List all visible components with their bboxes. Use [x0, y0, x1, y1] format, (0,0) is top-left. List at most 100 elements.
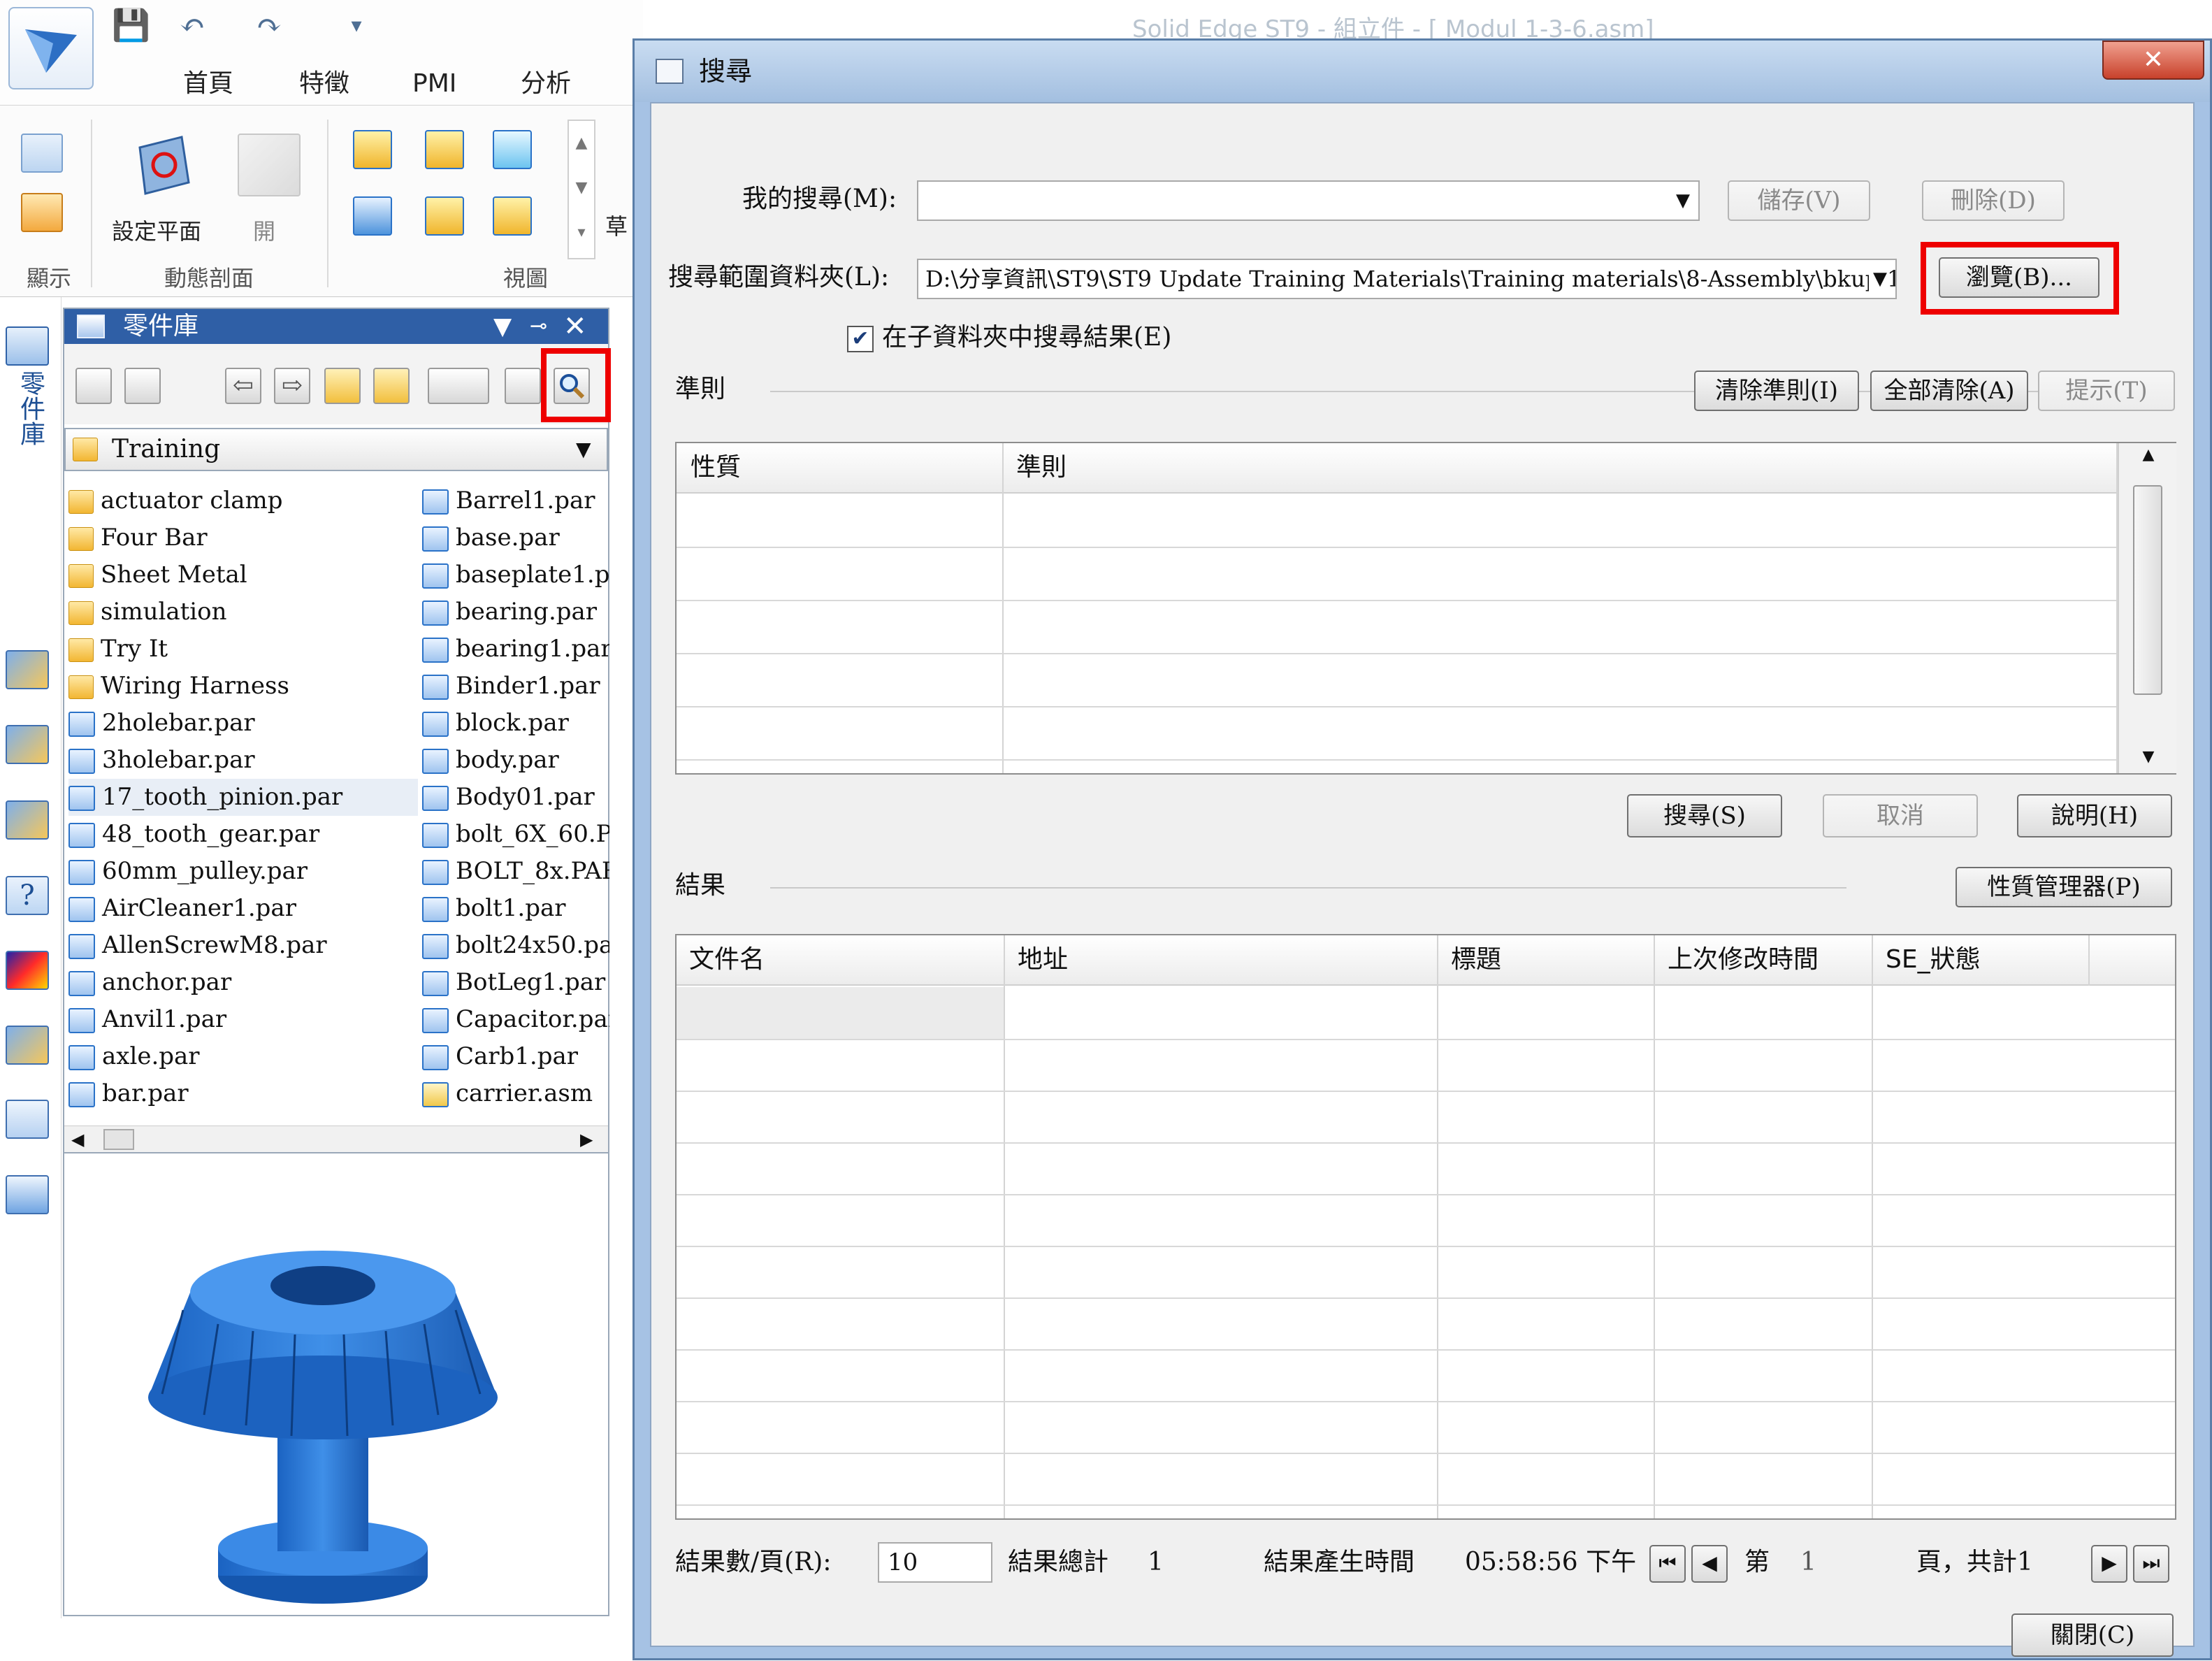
last-page-icon[interactable]: ⏭: [2133, 1545, 2169, 1583]
scroll-left-icon[interactable]: ◀: [71, 1126, 84, 1153]
view-left-icon[interactable]: [353, 196, 392, 236]
cancel-button[interactable]: 取消: [1823, 794, 1978, 837]
view-bottom-icon[interactable]: [425, 196, 464, 236]
folder-dropdown[interactable]: Training ▼: [64, 428, 608, 471]
delete-search-button[interactable]: 刪除(D): [1922, 180, 2065, 221]
file-list-item[interactable]: block.par: [422, 705, 609, 742]
scrollbar-thumb[interactable]: [2133, 485, 2162, 695]
family-of-parts-icon[interactable]: [6, 1026, 49, 1065]
file-list-item[interactable]: actuator clamp: [68, 482, 418, 519]
new-folder-icon[interactable]: [373, 368, 410, 404]
back-arrow-icon[interactable]: ⇦: [225, 368, 261, 404]
file-list-item[interactable]: bearing1.par: [422, 631, 609, 668]
scroll-right-icon[interactable]: ▶: [580, 1126, 593, 1153]
customize-qat-icon[interactable]: ▾: [342, 8, 370, 43]
home-folder-icon[interactable]: [124, 368, 161, 404]
help-icon[interactable]: ?: [6, 876, 49, 915]
column-header-filename[interactable]: 文件名: [689, 935, 765, 984]
file-list-item[interactable]: simulation: [68, 594, 418, 631]
file-list-item[interactable]: carrier.asm: [422, 1075, 609, 1112]
close-button[interactable]: 關閉(C): [2011, 1613, 2174, 1657]
settings-gear-icon[interactable]: [6, 1175, 49, 1214]
file-list-item[interactable]: anchor.par: [68, 964, 418, 1001]
file-list-item[interactable]: 2holebar.par: [68, 705, 418, 742]
column-header-modified[interactable]: 上次修改時間: [1668, 935, 1819, 984]
assembly-tree-icon[interactable]: [6, 650, 49, 689]
tools-icon[interactable]: [505, 368, 541, 404]
file-list-item[interactable]: Try It: [68, 631, 418, 668]
file-list-item[interactable]: 60mm_pulley.par: [68, 853, 418, 890]
column-header-se-status[interactable]: SE_狀態: [1886, 935, 1981, 984]
ribbon-tab-pmi[interactable]: PMI: [412, 67, 456, 101]
open-section-icon[interactable]: [238, 134, 301, 196]
clear-all-button[interactable]: 全部清除(A): [1870, 371, 2028, 411]
forward-arrow-icon[interactable]: ⇨: [274, 368, 310, 404]
file-list-item[interactable]: bolt24x50.par: [422, 927, 609, 964]
scrollbar-thumb[interactable]: [103, 1129, 134, 1150]
file-list-item[interactable]: 3holebar.par: [68, 742, 418, 779]
file-list-item[interactable]: Sheet Metal: [68, 556, 418, 594]
file-list-item[interactable]: Carb1.par: [422, 1038, 609, 1075]
scope-folder-combo[interactable]: D:\分享資訊\ST9\ST9 Update Training Material…: [917, 259, 1897, 299]
file-list-item[interactable]: AllenScrewM8.par: [68, 927, 418, 964]
app-menu-button[interactable]: [8, 7, 94, 89]
file-list-item[interactable]: axle.par: [68, 1038, 418, 1075]
subfolder-checkbox[interactable]: ✔: [847, 326, 874, 352]
sketch-label[interactable]: 草: [605, 209, 628, 241]
pin-icon[interactable]: ⊸: [530, 309, 547, 344]
view-back-icon[interactable]: [493, 196, 532, 236]
file-list-item[interactable]: Four Bar: [68, 519, 418, 556]
my-search-combo[interactable]: ▼: [917, 180, 1700, 221]
view-palette-icon[interactable]: [21, 193, 63, 232]
set-plane-label[interactable]: 設定平面: [112, 214, 201, 246]
hint-button[interactable]: 提示(T): [2038, 371, 2175, 411]
column-header-title[interactable]: 標題: [1451, 935, 1501, 984]
file-list-item[interactable]: base.par: [422, 519, 609, 556]
horizontal-scrollbar[interactable]: ◀ ▶: [64, 1126, 608, 1153]
file-list-item[interactable]: baseplate1.par: [422, 556, 609, 594]
undo-icon[interactable]: ↶: [168, 8, 217, 43]
next-page-icon[interactable]: ▶: [2091, 1545, 2127, 1583]
parts-library-tab-icon[interactable]: [6, 326, 49, 366]
view-front-icon[interactable]: [425, 130, 464, 169]
property-manager-button[interactable]: 性質管理器(P): [1956, 867, 2172, 907]
view-gallery-scroller[interactable]: ▲ ▼ ▾: [568, 120, 595, 259]
file-list-item[interactable]: 48_tooth_gear.par: [68, 816, 418, 853]
redo-icon[interactable]: ↷: [245, 8, 294, 43]
column-header-address[interactable]: 地址: [1018, 935, 1068, 984]
ribbon-tab-features[interactable]: 特徵: [299, 67, 349, 101]
sensor-icon[interactable]: [6, 800, 49, 840]
display-icon[interactable]: [21, 134, 63, 173]
set-plane-icon[interactable]: [126, 127, 203, 203]
file-list-item[interactable]: Anvil1.par: [68, 1001, 418, 1038]
scroll-down-icon[interactable]: ▼: [2119, 748, 2178, 765]
file-list-item[interactable]: bearing.par: [422, 594, 609, 631]
library-view-icon[interactable]: [75, 368, 112, 404]
column-header-property[interactable]: 性質: [691, 443, 741, 492]
column-header-criteria[interactable]: 準則: [1016, 443, 1067, 492]
components-icon[interactable]: [6, 1100, 49, 1139]
file-list-item[interactable]: Body01.par: [422, 779, 609, 816]
criteria-vertical-scrollbar[interactable]: ▲ ▼: [2118, 443, 2176, 773]
ribbon-tab-analyze[interactable]: 分析: [521, 67, 571, 101]
save-search-button[interactable]: 儲存(V): [1728, 180, 1870, 221]
open-label[interactable]: 開: [253, 214, 275, 246]
dialog-close-icon[interactable]: ✕: [2102, 41, 2204, 80]
file-list-item[interactable]: AirCleaner1.par: [68, 890, 418, 927]
layers-icon[interactable]: [6, 725, 49, 764]
save-icon[interactable]: 💾: [112, 8, 150, 43]
clear-criteria-button[interactable]: 清除準則(I): [1694, 371, 1859, 411]
file-list-item[interactable]: Wiring Harness: [68, 668, 418, 705]
file-list-item[interactable]: Capacitor.par: [422, 1001, 609, 1038]
view-right-icon[interactable]: [493, 130, 532, 169]
file-list-item[interactable]: bolt1.par: [422, 890, 609, 927]
results-per-page-input[interactable]: 10: [878, 1542, 992, 1583]
view-mode-dropdown-icon[interactable]: [428, 368, 489, 404]
first-page-icon[interactable]: ⏮: [1649, 1545, 1686, 1583]
color-manager-icon[interactable]: [6, 951, 49, 990]
file-list-item[interactable]: BotLeg1.par: [422, 964, 609, 1001]
up-folder-icon[interactable]: [324, 368, 361, 404]
scroll-up-icon[interactable]: ▲: [2119, 446, 2178, 463]
panel-options-icon[interactable]: ▼: [493, 309, 512, 344]
help-button[interactable]: 說明(H): [2017, 794, 2172, 837]
